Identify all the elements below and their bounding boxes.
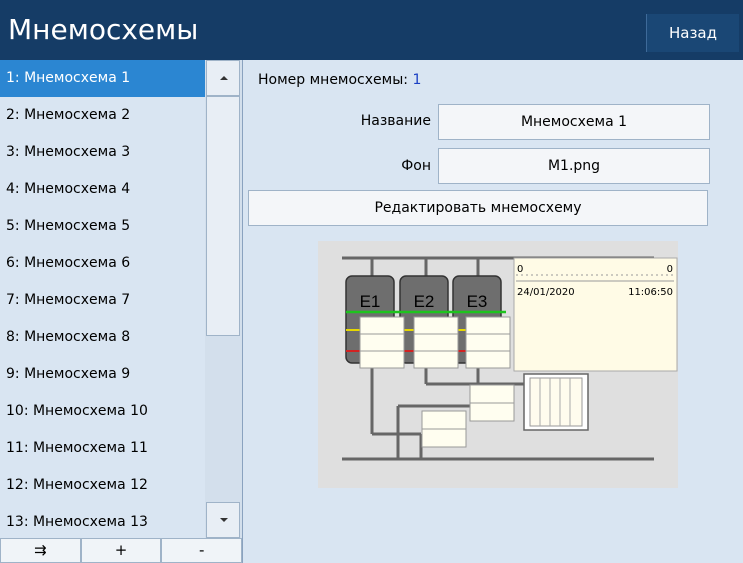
list-item[interactable]: 10: Мнемосхема 10 xyxy=(0,393,205,430)
title-bar: Мнемосхемы Назад xyxy=(0,0,743,60)
background-label: Фон xyxy=(401,158,431,174)
background-field[interactable]: M1.png xyxy=(438,148,710,184)
tank-value-boxes xyxy=(359,316,511,369)
arrow-down-icon xyxy=(220,518,228,522)
name-field[interactable]: Мнемосхема 1 xyxy=(438,104,710,140)
list-item[interactable]: 4: Мнемосхема 4 xyxy=(0,171,205,208)
mnemo-list: 1: Мнемосхема 1 2: Мнемосхема 2 3: Мнемо… xyxy=(0,60,205,538)
number-row: Номер мнемосхемы: 1 xyxy=(258,72,421,88)
list-item[interactable]: 7: Мнемосхема 7 xyxy=(0,282,205,319)
list-item[interactable]: 13: Мнемосхема 13 xyxy=(0,504,205,538)
scale-left-value: 0 xyxy=(517,264,523,275)
back-button[interactable]: Назад xyxy=(646,14,739,52)
mnemo-preview: E1 E2 E3 0 0 24/01/2020 11:06:50 xyxy=(318,241,678,488)
details-panel: Номер мнемосхемы: 1 Название Мнемосхема … xyxy=(243,60,743,563)
scroll-down-button[interactable] xyxy=(206,502,240,538)
trend-time: 11:06:50 xyxy=(628,287,673,298)
mnemo-list-panel: 1: Мнемосхема 1 2: Мнемосхема 2 3: Мнемо… xyxy=(0,60,243,563)
edit-mnemo-button[interactable]: Редактировать мнемосхему xyxy=(248,190,708,226)
trend-widget: 0 0 24/01/2020 11:06:50 xyxy=(513,257,678,372)
list-item[interactable]: 9: Мнемосхема 9 xyxy=(0,356,205,393)
tank-e1-label: E1 xyxy=(360,292,381,311)
list-toolbar: ⇉ + - xyxy=(0,538,243,563)
tank-e3-label: E3 xyxy=(467,292,488,311)
remove-button[interactable]: - xyxy=(161,538,243,563)
list-item[interactable]: 8: Мнемосхема 8 xyxy=(0,319,205,356)
list-item[interactable]: 1: Мнемосхема 1 xyxy=(0,60,205,97)
filter-unit xyxy=(523,373,589,431)
scroll-up-button[interactable] xyxy=(206,60,240,96)
scroll-thumb[interactable] xyxy=(206,96,240,336)
tank-e2-label: E2 xyxy=(414,292,435,311)
move-button[interactable]: ⇉ xyxy=(0,538,81,563)
list-item[interactable]: 3: Мнемосхема 3 xyxy=(0,134,205,171)
name-label: Название xyxy=(360,113,431,129)
number-label: Номер мнемосхемы: xyxy=(258,72,408,88)
arrow-up-icon xyxy=(220,76,228,80)
scale-right-value: 0 xyxy=(667,264,673,275)
list-item[interactable]: 12: Мнемосхема 12 xyxy=(0,467,205,504)
page-title: Мнемосхемы xyxy=(8,13,199,46)
number-value: 1 xyxy=(412,72,422,88)
list-item[interactable]: 11: Мнемосхема 11 xyxy=(0,430,205,467)
add-button[interactable]: + xyxy=(80,538,162,563)
trend-date: 24/01/2020 xyxy=(517,287,575,298)
list-item[interactable]: 2: Мнемосхема 2 xyxy=(0,97,205,134)
list-item[interactable]: 6: Мнемосхема 6 xyxy=(0,245,205,282)
list-item[interactable]: 5: Мнемосхема 5 xyxy=(0,208,205,245)
list-scrollbar[interactable] xyxy=(205,60,242,538)
